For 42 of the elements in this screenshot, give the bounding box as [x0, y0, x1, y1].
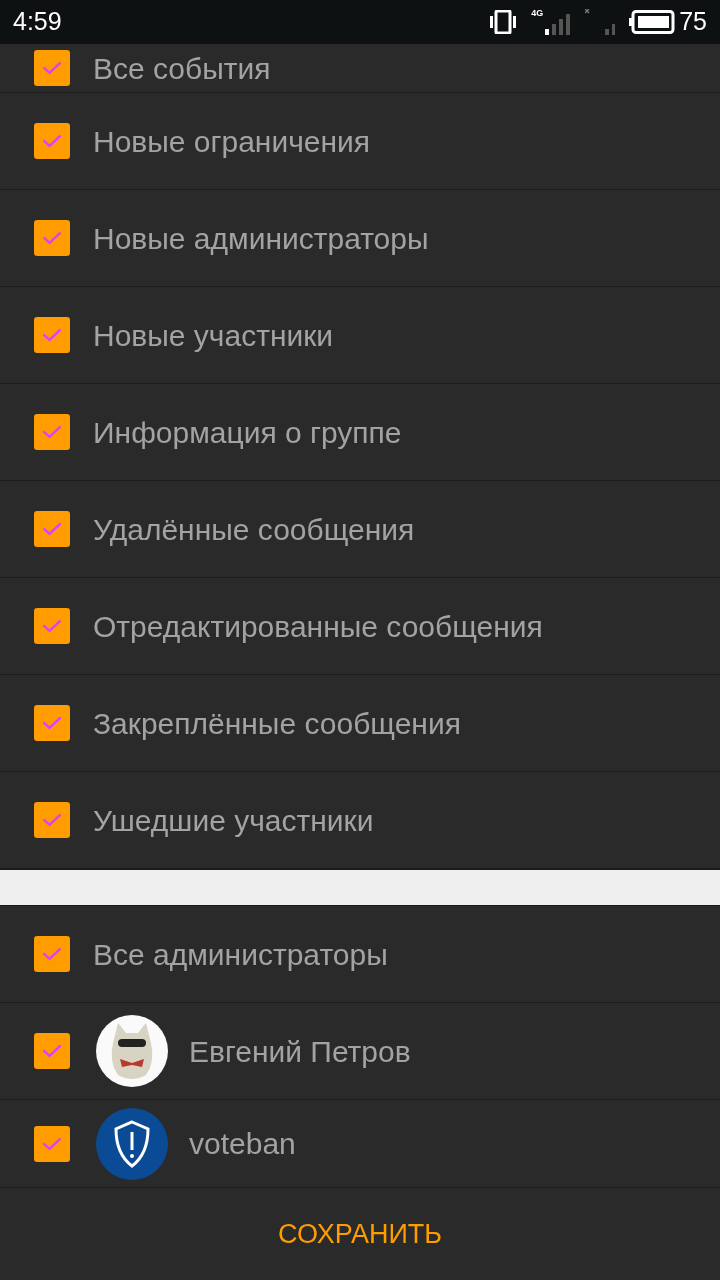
checkbox[interactable] [34, 317, 70, 353]
filter-row[interactable]: Евгений Петров [0, 1003, 720, 1100]
checkbox[interactable] [34, 511, 70, 547]
filter-row[interactable]: Закреплённые сообщения [0, 675, 720, 772]
checkbox[interactable] [34, 705, 70, 741]
checkbox[interactable] [34, 802, 70, 838]
vibrate-icon [489, 10, 518, 34]
filter-label: Ушедшие участники [93, 802, 374, 839]
checkbox[interactable] [34, 608, 70, 644]
network-type: 4G [531, 9, 544, 18]
filter-row[interactable]: Новые администраторы [0, 190, 720, 287]
filter-label: Все администраторы [93, 936, 388, 973]
checkbox[interactable] [34, 50, 70, 86]
checkbox[interactable] [34, 220, 70, 256]
filter-label: Отредактированные сообщения [93, 608, 543, 645]
filter-row[interactable]: Новые участники [0, 287, 720, 384]
filter-label: Удалённые сообщения [93, 511, 415, 548]
filter-label: Все события [93, 50, 271, 87]
checkbox[interactable] [34, 936, 70, 972]
save-button[interactable]: СОХРАНИТЬ [262, 1205, 458, 1263]
filter-label: Закреплённые сообщения [93, 705, 461, 742]
signal-icon [585, 9, 616, 35]
avatar [96, 1015, 168, 1087]
filter-label: Новые ограничения [93, 123, 371, 160]
shield-icon [96, 1107, 168, 1180]
filter-row[interactable]: Удалённые сообщения [0, 481, 720, 578]
filter-row[interactable]: Информация о группе [0, 384, 720, 481]
checkbox[interactable] [34, 1125, 70, 1162]
filter-label: Новые администраторы [93, 220, 429, 257]
checkbox[interactable] [34, 123, 70, 159]
filter-label: voteban [189, 1126, 296, 1162]
filter-row[interactable]: Новые ограничения [0, 93, 720, 190]
clock: 4:59 [13, 6, 62, 38]
filter-row[interactable]: Отредактированные сообщения [0, 578, 720, 675]
filter-label: Новые участники [93, 317, 334, 354]
battery-level: 75 [679, 6, 707, 38]
filter-label: Евгений Петров [189, 1033, 411, 1070]
checkbox[interactable] [34, 414, 70, 450]
checkbox[interactable] [34, 1033, 70, 1069]
filter-row[interactable]: Все администраторы [0, 906, 720, 1003]
filter-label: Информация о группе [93, 414, 402, 451]
battery-icon [629, 10, 676, 34]
